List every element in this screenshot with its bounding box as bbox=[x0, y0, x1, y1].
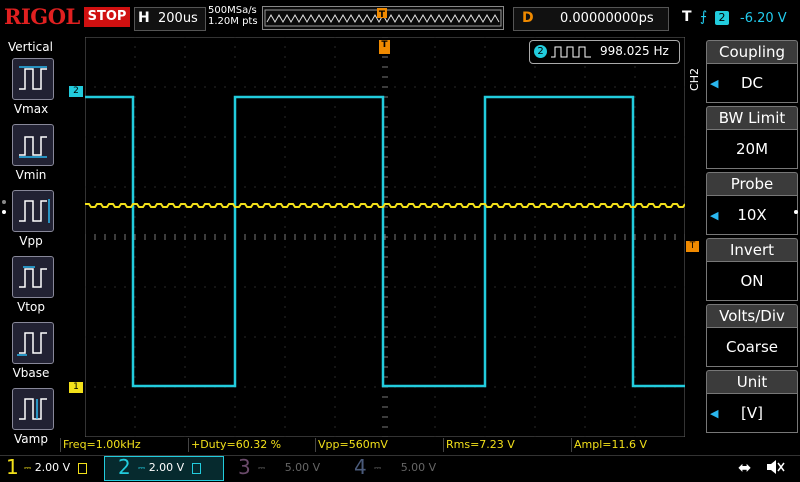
unit-value: [V] bbox=[706, 393, 798, 433]
vmax-label: Vmax bbox=[13, 102, 49, 116]
ch1-status[interactable]: ⎓ 2.00 V bbox=[24, 458, 104, 478]
speaker-muted-icon[interactable] bbox=[764, 456, 786, 478]
trigger-label[interactable]: T bbox=[682, 9, 692, 25]
measurement-vpp[interactable]: Vpp=560mV bbox=[315, 438, 442, 452]
probe-arrow-icon: ◀ bbox=[710, 209, 719, 222]
dc-coupling-icon: ⎓ bbox=[138, 464, 146, 474]
measurement-duty[interactable]: +Duty=60.32 % bbox=[188, 438, 315, 452]
vpp-icon bbox=[12, 190, 54, 232]
overview-waveform: T bbox=[264, 8, 502, 27]
volts-div-value: Coarse bbox=[706, 327, 798, 367]
ch1-offset-marker[interactable]: 1 bbox=[69, 382, 83, 393]
bw-limit-title: BW Limit bbox=[706, 106, 798, 129]
vtop-label: Vtop bbox=[17, 300, 45, 314]
ch4-scale: 5.00 V bbox=[400, 461, 437, 474]
bw-limit-icon bbox=[191, 462, 201, 474]
coupling-value: DC bbox=[706, 63, 798, 103]
ch2-number[interactable]: 2 bbox=[118, 455, 131, 479]
measurement-rms[interactable]: Rms=7.23 V bbox=[443, 438, 570, 452]
dc-coupling-icon: ⎓ bbox=[374, 464, 382, 474]
vtop-icon bbox=[12, 256, 54, 298]
unit-arrow-icon: ◀ bbox=[710, 407, 719, 420]
vpp-label: Vpp bbox=[19, 234, 43, 248]
coupling-arrow-icon: ◀ bbox=[710, 77, 719, 90]
memory-depth: 1.20M pts bbox=[208, 16, 258, 27]
ch3-scale: 5.00 V bbox=[284, 461, 321, 474]
rising-edge-icon: ⨍ bbox=[700, 9, 708, 25]
ch3-status[interactable]: ⎓ 5.00 V bbox=[258, 458, 338, 478]
vmin-label: Vmin bbox=[15, 168, 47, 182]
ch4-number[interactable]: 4 bbox=[354, 455, 367, 479]
measurement-ampl[interactable]: Ampl=11.6 V bbox=[571, 438, 698, 452]
trigger-level-value: -6.20 V bbox=[740, 11, 787, 26]
invert-title: Invert bbox=[706, 238, 798, 261]
timebase-value: 200us bbox=[158, 11, 198, 26]
waveform-grid bbox=[84, 36, 686, 438]
probe-title: Probe bbox=[706, 172, 798, 195]
dc-coupling-icon: ⎓ bbox=[24, 464, 32, 474]
vbase-label: Vbase bbox=[12, 366, 50, 380]
trigger-position-marker[interactable]: T bbox=[379, 40, 390, 54]
trigger-level-marker[interactable]: T bbox=[686, 241, 699, 252]
menu-channel-tag: CH2 bbox=[688, 68, 701, 91]
overview-trigger-letter: T bbox=[379, 10, 386, 20]
ch2-offset-marker[interactable]: 2 bbox=[69, 86, 83, 97]
measure-vpp-button[interactable]: Vpp bbox=[0, 190, 62, 252]
invert-value: ON bbox=[706, 261, 798, 301]
left-page-dot bbox=[2, 200, 6, 204]
sample-rate: 500MSa/s bbox=[208, 5, 257, 16]
sample-info: 500MSa/s 1.20M pts bbox=[208, 5, 258, 27]
delay-label: D bbox=[522, 10, 534, 26]
left-page-dot-active bbox=[2, 210, 6, 214]
brand-logo: RIGOL bbox=[4, 4, 80, 29]
ch1-number[interactable]: 1 bbox=[6, 455, 19, 479]
coupling-title: Coupling bbox=[706, 40, 798, 63]
trigger-source-badge: 2 bbox=[715, 11, 729, 25]
delay-value: 0.00000000ps bbox=[560, 11, 654, 26]
volts-div-title: Volts/Div bbox=[706, 304, 798, 327]
ch3-number[interactable]: 3 bbox=[238, 455, 251, 479]
bw-limit-icon bbox=[77, 462, 87, 474]
measure-vtop-button[interactable]: Vtop bbox=[0, 256, 62, 318]
vmax-icon bbox=[12, 58, 54, 100]
vbase-icon bbox=[12, 322, 54, 364]
waveform-display[interactable] bbox=[84, 36, 686, 438]
run-stop-status[interactable]: STOP bbox=[84, 7, 130, 27]
measure-vbase-button[interactable]: Vbase bbox=[0, 322, 62, 384]
vmin-icon bbox=[12, 124, 54, 166]
unit-title: Unit bbox=[706, 370, 798, 393]
right-page-dot bbox=[794, 210, 798, 214]
ch1-scale: 2.00 V bbox=[34, 461, 71, 474]
measure-vmin-button[interactable]: Vmin bbox=[0, 124, 62, 186]
measure-vmax-button[interactable]: Vmax bbox=[0, 58, 62, 120]
probe-value: 10X bbox=[706, 195, 798, 235]
square-wave-icon bbox=[551, 46, 591, 58]
left-menu-title: Vertical bbox=[8, 40, 53, 54]
waveform-overview-bar[interactable]: T bbox=[262, 6, 504, 30]
bw-limit-value: 20M bbox=[706, 129, 798, 169]
ch2-status[interactable]: ⎓ 2.00 V bbox=[138, 458, 218, 478]
measurement-freq[interactable]: Freq=1.00kHz bbox=[60, 438, 187, 452]
vamp-icon bbox=[12, 388, 54, 430]
timebase-label: H bbox=[138, 10, 150, 26]
ch4-status[interactable]: ⎓ 5.00 V bbox=[374, 458, 454, 478]
frequency-counter: 2 998.025 Hz bbox=[529, 40, 680, 64]
measure-vamp-button[interactable]: Vamp bbox=[0, 388, 62, 450]
dc-coupling-icon: ⎓ bbox=[258, 464, 266, 474]
usb-icon: ⬌ bbox=[738, 458, 752, 477]
ch2-scale: 2.00 V bbox=[148, 461, 185, 474]
counter-channel-badge: 2 bbox=[534, 45, 547, 58]
vamp-label: Vamp bbox=[14, 432, 48, 446]
counter-value: 998.025 Hz bbox=[600, 44, 669, 58]
